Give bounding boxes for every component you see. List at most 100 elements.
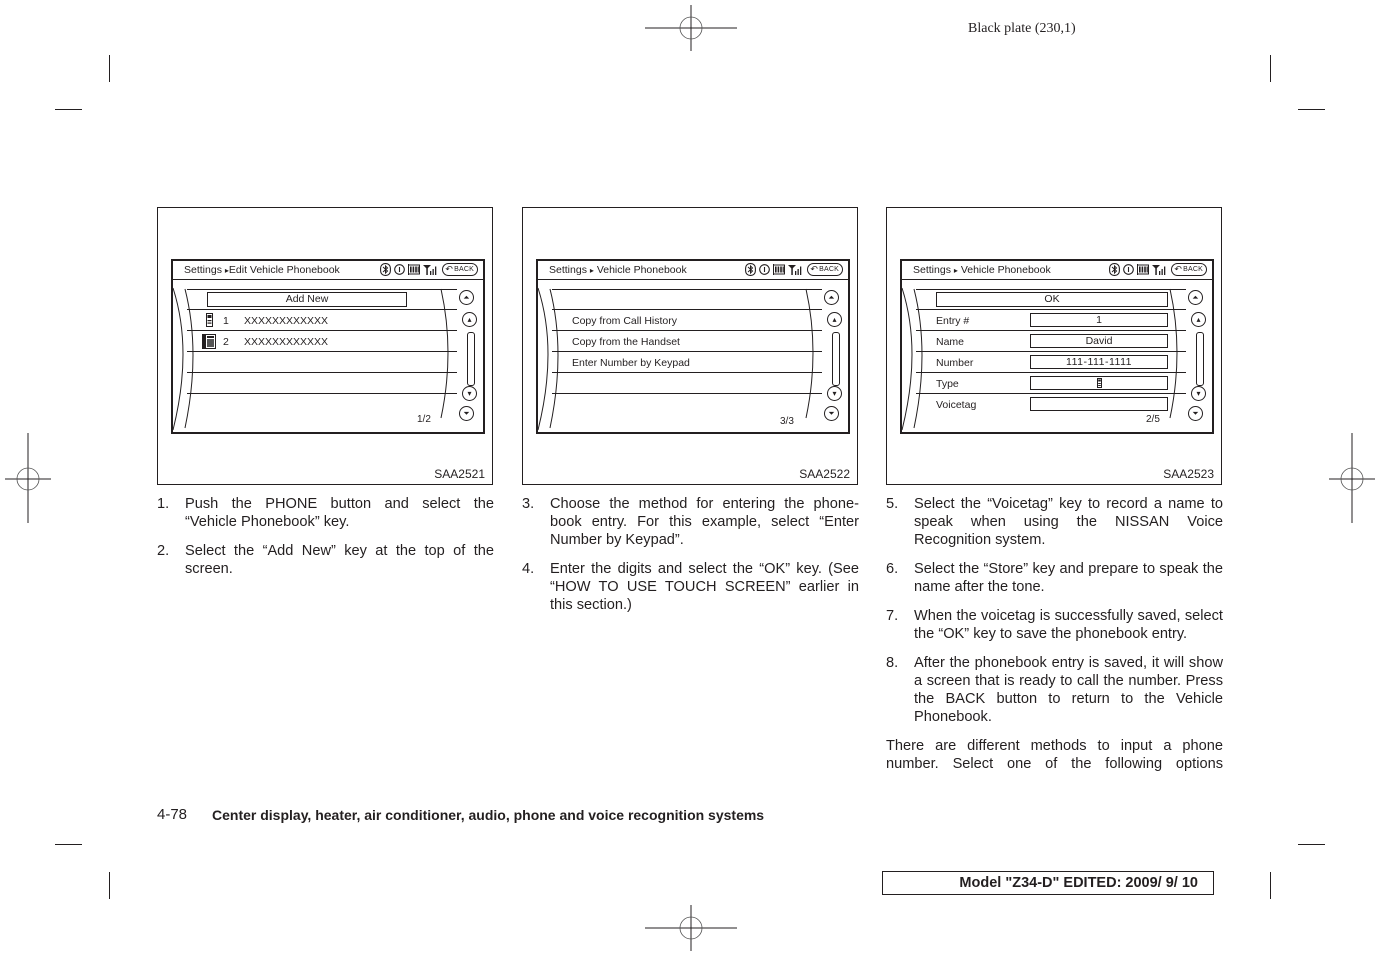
list-item[interactable]: 1 XXXXXXXXXXXX	[187, 310, 457, 331]
field-label: Voicetag	[936, 399, 977, 411]
breadcrumb: Settings ▸ Vehicle Phonebook	[549, 264, 687, 276]
step-number: 3.	[522, 496, 535, 512]
page-down-button[interactable]: ⏷	[1188, 406, 1203, 421]
option-label: Enter Number by Keypad	[572, 357, 690, 369]
scrollbar[interactable]	[832, 332, 840, 386]
list-item-empty	[187, 373, 457, 394]
breadcrumb-current: Vehicle Phonebook	[596, 264, 687, 276]
column-1-steps: 1. Push the PHONE button and select the “…	[157, 495, 494, 589]
page-indicator: 3/3	[780, 416, 794, 427]
page-up-button[interactable]: ⏶	[459, 290, 474, 305]
figure-vehicle-phonebook-methods: Settings ▸ Vehicle Phonebook ↶ BACK Copy …	[522, 207, 858, 485]
scroll-up-button[interactable]: ▴	[1191, 312, 1206, 327]
page-up-button[interactable]: ⏶	[824, 290, 839, 305]
status-icons: ↶ BACK	[1109, 263, 1207, 276]
page-down-button[interactable]: ⏷	[459, 406, 474, 421]
breadcrumb-root[interactable]: Settings	[184, 264, 222, 276]
screen-body: OK Entry # 1 Name David Number 111-111-1…	[902, 280, 1212, 432]
option-copy-from-call-history[interactable]: Copy from Call History	[552, 310, 822, 331]
scroll-down-button[interactable]: ▾	[1191, 386, 1206, 401]
option-label: Copy from the Handset	[572, 336, 680, 348]
entry-index: 1	[223, 315, 229, 327]
form-row-ok: OK	[916, 289, 1186, 310]
page-down-button[interactable]: ⏷	[824, 406, 839, 421]
screen: Settings ▸ Vehicle Phonebook ↶ BACK Copy …	[536, 259, 850, 434]
status-icons: ↶ BACK	[745, 263, 843, 276]
step-number: 7.	[886, 608, 899, 624]
number-field[interactable]: 111-111-1111	[1030, 355, 1168, 369]
breadcrumb: Settings ▸ Vehicle Phonebook	[913, 264, 1051, 276]
figure-code: SAA2523	[1163, 467, 1214, 481]
battery-icon	[1137, 264, 1150, 275]
crop-mark	[55, 844, 82, 845]
step-text: After the phonebook entry is saved, it w…	[914, 655, 1223, 725]
back-button[interactable]: ↶ BACK	[442, 263, 478, 276]
list-item-add-new: Add New	[187, 289, 457, 310]
screen-body: Add New 1 XXXXXXXXXXXX 2 XXXXXXXXXXXX 1/…	[173, 280, 483, 432]
step: 1. Push the PHONE button and select the “…	[157, 495, 494, 531]
page-up-button[interactable]: ⏶	[1188, 290, 1203, 305]
crop-mark	[109, 55, 110, 82]
field-label: Entry #	[936, 315, 970, 327]
field-label: Name	[936, 336, 965, 348]
scroll-up-button[interactable]: ▴	[462, 312, 477, 327]
signal-strength-icon	[788, 264, 802, 275]
breadcrumb-separator-icon: ▸	[953, 266, 958, 275]
info-circle-icon	[394, 264, 406, 275]
list-item[interactable]: 2 XXXXXXXXXXXX	[187, 331, 457, 352]
plate-label: Black plate (230,1)	[968, 21, 1076, 36]
back-label: BACK	[1183, 266, 1203, 273]
step-text: Select the “Add New” key at the top of t…	[185, 543, 494, 577]
step: 3. Choose the method for entering the pho…	[522, 495, 859, 549]
back-button[interactable]: ↶ BACK	[1171, 263, 1207, 276]
scroll-up-button[interactable]: ▴	[827, 312, 842, 327]
page-indicator: 2/5	[1146, 414, 1160, 425]
signal-strength-icon	[1152, 264, 1166, 275]
form: OK Entry # 1 Name David Number 111-111-1…	[916, 289, 1186, 415]
option-copy-from-handset[interactable]: Copy from the Handset	[552, 331, 822, 352]
figure-new-entry-form: Settings ▸ Vehicle Phonebook ↶ BACK OK E…	[886, 207, 1222, 485]
breadcrumb-separator-icon: ▸	[589, 266, 594, 275]
step: 4. Enter the digits and select the “OK” k…	[522, 560, 859, 614]
column-3-steps: 5. Select the “Voicetag” key to record a …	[886, 495, 1223, 773]
screen-header: Settings ▸Edit Vehicle Phonebook ↶ BACK	[173, 261, 483, 280]
back-arrow-icon: ↶	[445, 264, 454, 274]
list: Copy from Call History Copy from the Han…	[552, 289, 822, 394]
list-item-empty	[187, 352, 457, 373]
form-row-number: Number 111-111-1111	[916, 352, 1186, 373]
ok-button[interactable]: OK	[936, 292, 1168, 307]
step-text: Enter the digits and select the “OK” key…	[550, 561, 859, 613]
back-button[interactable]: ↶ BACK	[807, 263, 843, 276]
back-arrow-icon: ↶	[810, 264, 819, 274]
list-item-empty	[552, 373, 822, 394]
breadcrumb-root[interactable]: Settings	[913, 264, 951, 276]
form-row-name: Name David	[916, 331, 1186, 352]
breadcrumb-current: Vehicle Phonebook	[960, 264, 1051, 276]
crop-mark	[1298, 844, 1325, 845]
scrollbar[interactable]	[467, 332, 475, 386]
name-field[interactable]: David	[1030, 334, 1168, 348]
scrollbar[interactable]	[1196, 332, 1204, 386]
add-new-button[interactable]: Add New	[207, 292, 407, 307]
status-icons: ↶ BACK	[380, 263, 478, 276]
option-enter-number-by-keypad[interactable]: Enter Number by Keypad	[552, 352, 822, 373]
closing-paragraph: There are different methods to input a p…	[886, 738, 1223, 772]
crop-mark	[1298, 109, 1325, 110]
screen-header: Settings ▸ Vehicle Phonebook ↶ BACK	[902, 261, 1212, 280]
step-text: Choose the method for entering the phone…	[550, 496, 859, 548]
back-arrow-icon: ↶	[1174, 264, 1183, 274]
type-field[interactable]	[1030, 376, 1168, 390]
step-number: 1.	[157, 496, 170, 512]
voicetag-field[interactable]	[1030, 397, 1168, 411]
step-text: Select the “Store” key and prepare to sp…	[914, 561, 1223, 595]
breadcrumb: Settings ▸Edit Vehicle Phonebook	[184, 264, 340, 276]
scroll-down-button[interactable]: ▾	[462, 386, 477, 401]
entry-number-field[interactable]: 1	[1030, 313, 1168, 327]
form-row-entry-number: Entry # 1	[916, 310, 1186, 331]
entry-value: XXXXXXXXXXXX	[244, 315, 329, 327]
scroll-down-button[interactable]: ▾	[827, 386, 842, 401]
crop-mark	[55, 109, 82, 110]
page-number: 4-78	[157, 806, 188, 823]
breadcrumb-root[interactable]: Settings	[549, 264, 587, 276]
registration-mark-top	[645, 5, 737, 51]
